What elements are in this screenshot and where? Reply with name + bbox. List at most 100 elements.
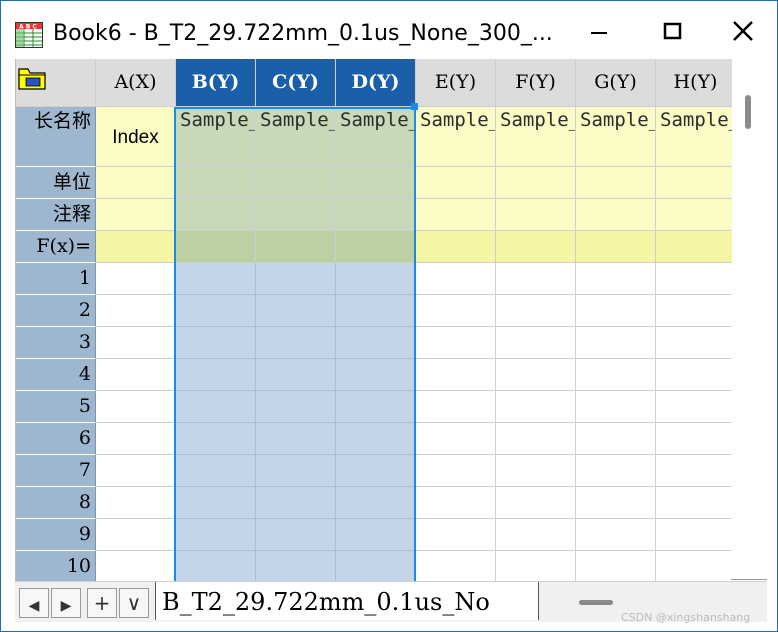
data-cell-f[interactable]	[496, 487, 576, 519]
select-all-corner[interactable]	[16, 59, 96, 107]
data-cell-g[interactable]	[576, 423, 656, 455]
comments-cell-b[interactable]	[176, 199, 256, 231]
formula-cell-g[interactable]	[576, 231, 656, 263]
sheet-prev-button[interactable]: ◀	[19, 588, 49, 618]
add-sheet-button[interactable]: +	[87, 588, 117, 618]
data-cell-e[interactable]	[416, 455, 496, 487]
data-cell-h[interactable]	[656, 519, 732, 551]
data-cell-b[interactable]	[176, 359, 256, 391]
row-header[interactable]: 3	[16, 327, 96, 359]
comments-cell-d[interactable]	[336, 199, 416, 231]
long-name-cell-e[interactable]: Sample_0004_	[416, 107, 496, 167]
row-header[interactable]: 7	[16, 455, 96, 487]
formula-cell-h[interactable]	[656, 231, 732, 263]
formula-cell-a[interactable]	[96, 231, 176, 263]
data-cell-a[interactable]	[96, 551, 176, 581]
units-cell-e[interactable]	[416, 167, 496, 199]
units-cell-b[interactable]	[176, 167, 256, 199]
data-cell-e[interactable]	[416, 551, 496, 581]
formula-cell-c[interactable]	[256, 231, 336, 263]
column-header-h[interactable]: H(Y)	[656, 59, 732, 107]
data-cell-f[interactable]	[496, 327, 576, 359]
row-header[interactable]: 8	[16, 487, 96, 519]
data-cell-h[interactable]	[656, 263, 732, 295]
formula-cell-d[interactable]	[336, 231, 416, 263]
data-cell-b[interactable]	[176, 455, 256, 487]
long-name-cell-d[interactable]: Sample_0003_	[336, 107, 416, 167]
row-header[interactable]: 2	[16, 295, 96, 327]
data-cell-g[interactable]	[576, 327, 656, 359]
long-name-cell-c[interactable]: Sample_0002_	[256, 107, 336, 167]
data-cell-f[interactable]	[496, 455, 576, 487]
data-cell-d[interactable]	[336, 327, 416, 359]
data-cell-d[interactable]	[336, 487, 416, 519]
data-cell-c[interactable]	[256, 455, 336, 487]
data-cell-c[interactable]	[256, 519, 336, 551]
data-cell-g[interactable]	[576, 391, 656, 423]
long-name-cell-h[interactable]: Sample_0007_	[656, 107, 732, 167]
data-cell-h[interactable]	[656, 359, 732, 391]
data-cell-e[interactable]	[416, 519, 496, 551]
column-header-g[interactable]: G(Y)	[576, 59, 656, 107]
data-cell-b[interactable]	[176, 519, 256, 551]
data-cell-d[interactable]	[336, 455, 416, 487]
row-header-long-name[interactable]: 长名称	[16, 107, 96, 167]
formula-cell-b[interactable]	[176, 231, 256, 263]
long-name-cell-g[interactable]: Sample_0006_	[576, 107, 656, 167]
sheet-menu-button[interactable]: ∨	[119, 588, 149, 618]
data-cell-c[interactable]	[256, 487, 336, 519]
formula-cell-f[interactable]	[496, 231, 576, 263]
data-cell-c[interactable]	[256, 327, 336, 359]
data-cell-d[interactable]	[336, 551, 416, 581]
data-cell-e[interactable]	[416, 423, 496, 455]
row-header[interactable]: 10	[16, 551, 96, 581]
row-header-formula[interactable]: F(x)=	[16, 231, 96, 263]
title-bar[interactable]: A B C Book6 - B_T2_29.722mm_0.1us_None_3…	[1, 1, 777, 59]
worksheet-grid[interactable]: A(X) B(Y) C(Y) D(Y) E(Y) F(Y) G(Y) H(Y) …	[15, 59, 732, 581]
data-cell-f[interactable]	[496, 359, 576, 391]
data-cell-c[interactable]	[256, 391, 336, 423]
data-cell-g[interactable]	[576, 295, 656, 327]
data-cell-d[interactable]	[336, 423, 416, 455]
row-header-units[interactable]: 单位	[16, 167, 96, 199]
column-header-b[interactable]: B(Y)	[176, 59, 256, 107]
data-cell-b[interactable]	[176, 391, 256, 423]
data-cell-c[interactable]	[256, 359, 336, 391]
data-cell-a[interactable]	[96, 455, 176, 487]
row-header[interactable]: 1	[16, 263, 96, 295]
comments-cell-e[interactable]	[416, 199, 496, 231]
data-cell-h[interactable]	[656, 455, 732, 487]
units-cell-f[interactable]	[496, 167, 576, 199]
data-cell-a[interactable]	[96, 391, 176, 423]
data-cell-e[interactable]	[416, 295, 496, 327]
row-header[interactable]: 6	[16, 423, 96, 455]
units-cell-g[interactable]	[576, 167, 656, 199]
data-cell-e[interactable]	[416, 327, 496, 359]
close-button[interactable]	[721, 11, 765, 51]
data-cell-e[interactable]	[416, 487, 496, 519]
data-cell-e[interactable]	[416, 263, 496, 295]
data-cell-b[interactable]	[176, 327, 256, 359]
units-cell-h[interactable]	[656, 167, 732, 199]
column-header-c[interactable]: C(Y)	[256, 59, 336, 107]
long-name-cell-b[interactable]: Sample_0001_	[176, 107, 256, 167]
data-cell-g[interactable]	[576, 551, 656, 581]
data-cell-g[interactable]	[576, 519, 656, 551]
data-cell-h[interactable]	[656, 487, 732, 519]
data-cell-a[interactable]	[96, 263, 176, 295]
data-cell-f[interactable]	[496, 295, 576, 327]
units-cell-c[interactable]	[256, 167, 336, 199]
data-cell-f[interactable]	[496, 391, 576, 423]
column-header-a[interactable]: A(X)	[96, 59, 176, 107]
data-cell-c[interactable]	[256, 263, 336, 295]
column-header-e[interactable]: E(Y)	[416, 59, 496, 107]
data-cell-a[interactable]	[96, 327, 176, 359]
comments-cell-f[interactable]	[496, 199, 576, 231]
data-cell-h[interactable]	[656, 551, 732, 581]
data-cell-a[interactable]	[96, 519, 176, 551]
comments-cell-c[interactable]	[256, 199, 336, 231]
data-cell-f[interactable]	[496, 519, 576, 551]
selection-handle[interactable]	[411, 103, 418, 110]
data-cell-a[interactable]	[96, 359, 176, 391]
sheet-next-button[interactable]: ▶	[51, 588, 81, 618]
